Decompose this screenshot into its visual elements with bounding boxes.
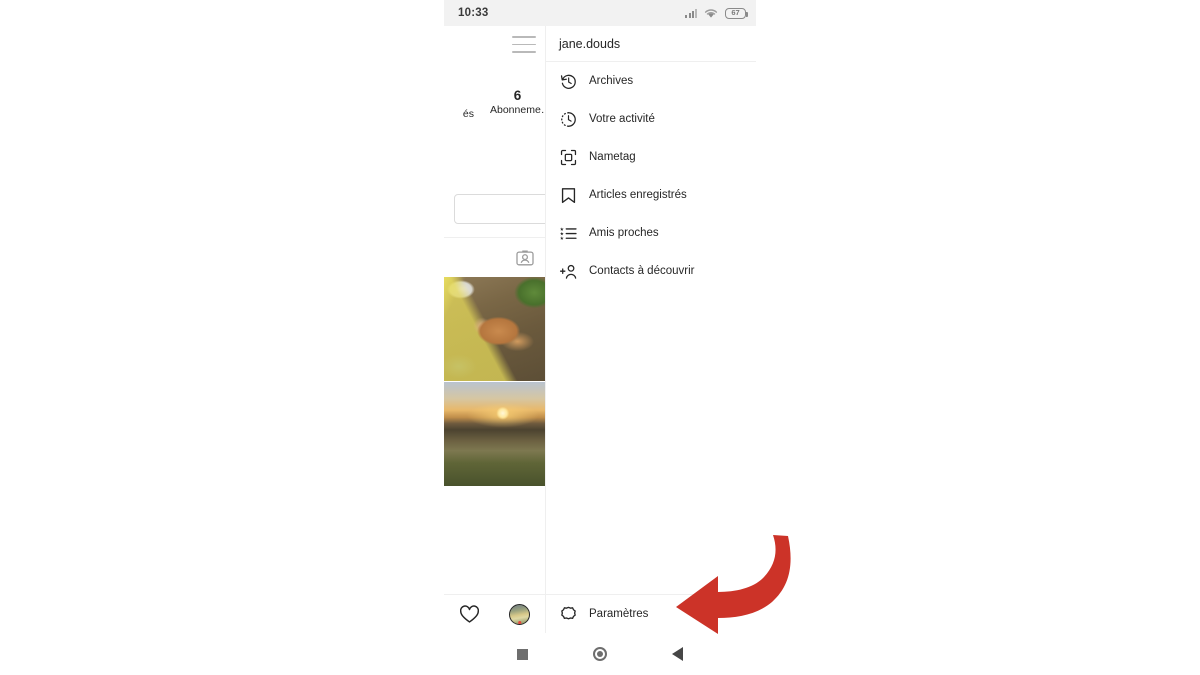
avatar-notification-dot	[518, 621, 522, 624]
menu-item-label: Amis proches	[589, 227, 659, 239]
menu-item-label: Articles enregistrés	[589, 189, 687, 201]
photo-dog[interactable]	[444, 277, 545, 381]
profile-tab-bar	[444, 237, 545, 277]
nametag-icon	[560, 149, 577, 165]
screenshot-canvas: 10:33 67 és 6 Abonneme…	[0, 0, 1200, 675]
following-count: 6	[513, 88, 522, 103]
close-friends-list-icon	[560, 226, 577, 240]
following-stat[interactable]: 6 Abonneme…	[490, 88, 545, 118]
menu-item-nametag[interactable]: Nametag	[546, 138, 756, 176]
system-navigation-bar	[444, 633, 756, 675]
menu-item-parametres[interactable]: Paramètres	[546, 594, 756, 633]
profile-avatar-icon[interactable]	[509, 603, 531, 625]
photo-sunset[interactable]	[444, 382, 545, 486]
wifi-icon	[704, 8, 718, 18]
menu-item-votre-activite[interactable]: Votre activité	[546, 100, 756, 138]
heart-icon[interactable]	[459, 604, 480, 625]
archive-clock-icon	[560, 74, 576, 89]
status-bar-indicators: 67	[685, 7, 748, 19]
discover-people-icon	[559, 264, 577, 279]
menu-item-articles-enregistres[interactable]: Articles enregistrés	[546, 176, 756, 214]
activity-clock-icon	[561, 111, 576, 127]
menu-item-label: Archives	[589, 75, 634, 87]
hamburger-menu-icon[interactable]	[512, 36, 536, 53]
app-bottom-nav	[444, 594, 545, 633]
status-bar: 10:33 67	[444, 0, 756, 26]
edit-profile-button[interactable]	[454, 194, 545, 224]
system-nav-back[interactable]	[672, 647, 684, 661]
menu-item-label: Votre activité	[589, 113, 655, 125]
phone-screen: 10:33 67 és 6 Abonneme…	[444, 0, 756, 675]
menu-item-label: Nametag	[589, 151, 636, 163]
menu-item-archives[interactable]: Archives	[546, 62, 756, 100]
settings-label: Paramètres	[589, 608, 649, 620]
cellular-signal-icon	[685, 8, 697, 18]
bookmark-icon	[561, 187, 576, 203]
battery-level: 67	[731, 8, 740, 18]
following-label: Abonneme…	[490, 104, 545, 117]
status-bar-clock: 10:33	[458, 7, 489, 19]
menu-item-label: Contacts à découvrir	[589, 265, 695, 277]
profile-screen-underlay: és 6 Abonneme…	[444, 26, 545, 633]
tagged-photos-icon[interactable]	[515, 248, 535, 268]
menu-item-amis-proches[interactable]: Amis proches	[546, 214, 756, 252]
settings-gear-icon	[561, 606, 576, 619]
system-nav-recents[interactable]	[516, 648, 528, 660]
drawer-username: jane.douds	[559, 36, 621, 51]
side-drawer-menu: jane.douds Archives Votre activité Namet…	[545, 26, 756, 633]
battery-icon: 67	[725, 7, 748, 19]
system-nav-home[interactable]	[592, 647, 607, 661]
followers-stat-partial[interactable]: és	[444, 108, 474, 120]
menu-item-contacts-a-decouvrir[interactable]: Contacts à découvrir	[546, 252, 756, 290]
drawer-header: jane.douds	[546, 26, 756, 62]
